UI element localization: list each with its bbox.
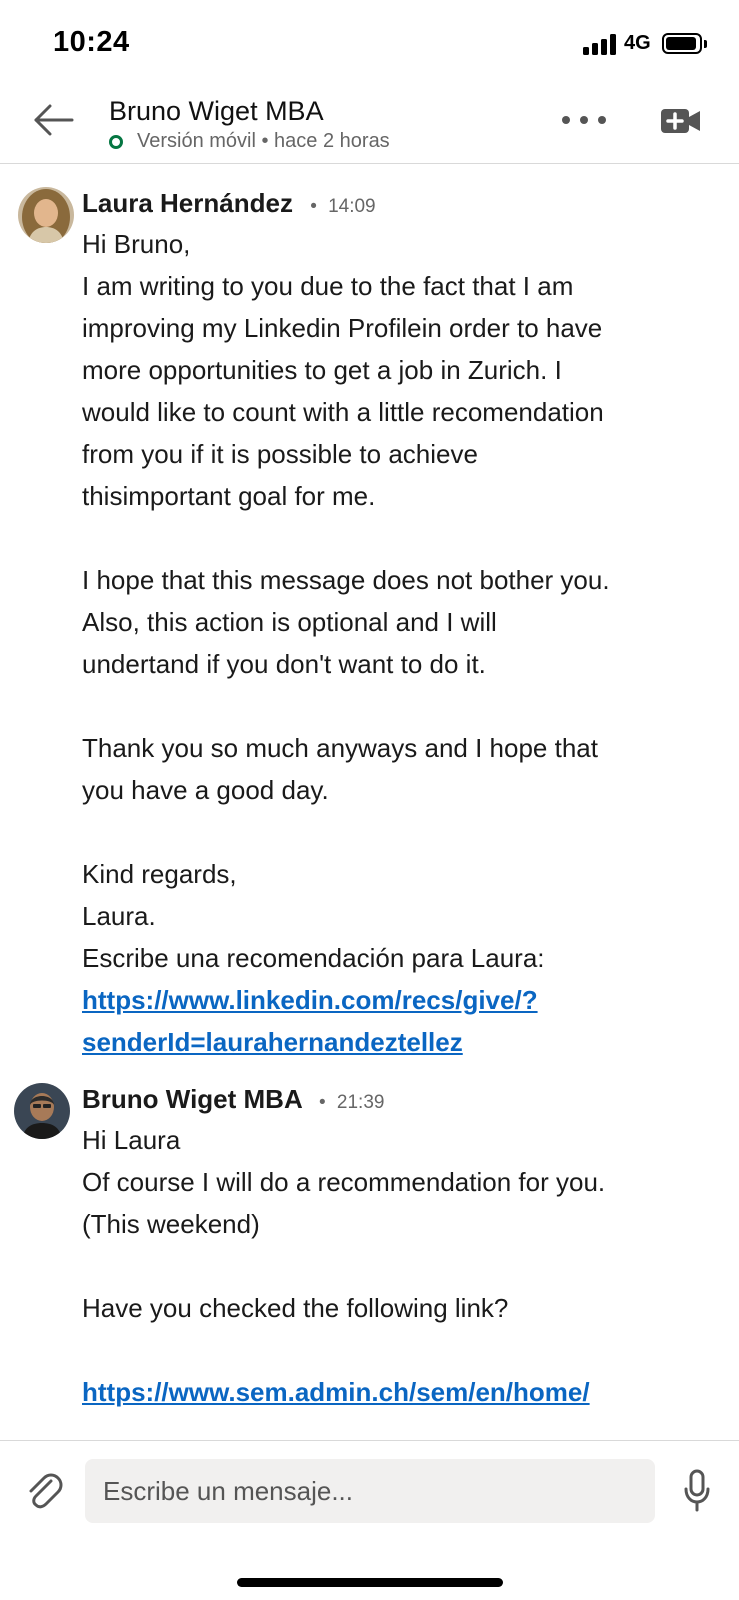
- online-status-icon: [109, 134, 123, 149]
- presence-status: Versión móvil • hace 2 horas: [109, 130, 390, 153]
- avatar-bruno[interactable]: [14, 1083, 70, 1139]
- conversation-header: Bruno Wiget MBA Versión móvil • hace 2 h…: [0, 88, 739, 164]
- message-line: Of course I will do a recommendation for…: [82, 1167, 606, 1197]
- recommendation-link[interactable]: senderId=laurahernandeztellez: [82, 1027, 463, 1058]
- message-line: Kind regards,: [82, 859, 237, 889]
- sem-link[interactable]: https://www.sem.admin.ch/sem/en/home/: [82, 1377, 590, 1408]
- more-options-icon[interactable]: [562, 112, 606, 128]
- message-line: Also, this action is optional and I will: [82, 607, 497, 637]
- message-line: I am writing to you due to the fact that…: [82, 271, 574, 301]
- signal-bars-icon: [583, 33, 619, 55]
- contact-name[interactable]: Bruno Wiget MBA: [109, 96, 324, 127]
- message-list: Laura Hernández • 14:09 Hi Bruno, I am w…: [0, 165, 739, 1440]
- microphone-icon[interactable]: [683, 1469, 711, 1513]
- message-line: would like to count with a little recome…: [82, 397, 604, 427]
- message-time: 21:39: [336, 1092, 385, 1113]
- message-line: I hope that this message does not bother…: [82, 565, 610, 595]
- message-line: more opportunities to get a job in Zuric…: [82, 355, 562, 385]
- message-line: Thank you so much anyways and I hope tha…: [82, 733, 598, 763]
- message-time: 14:09: [328, 196, 376, 217]
- message-line: undertand if you don't want to do it.: [82, 649, 486, 679]
- message-line: Have you checked the following link?: [82, 1293, 509, 1323]
- message-line: Laura.: [82, 901, 156, 931]
- status-time: 10:24: [53, 26, 130, 58]
- video-call-icon[interactable]: [661, 108, 701, 134]
- battery-tip: [704, 40, 707, 48]
- message-line: (This weekend): [82, 1209, 260, 1239]
- message-line: thisimportant goal for me.: [82, 481, 376, 511]
- message-line: Escribe una recomendación para Laura:: [82, 943, 545, 973]
- message-input[interactable]: [85, 1459, 655, 1523]
- message-composer: [0, 1440, 739, 1600]
- message-line: you have a good day.: [82, 775, 329, 805]
- status-bar: 10:24 4G: [0, 0, 739, 88]
- paperclip-icon[interactable]: [24, 1471, 64, 1511]
- message-sender[interactable]: Bruno Wiget MBA • 21:39: [82, 1084, 384, 1115]
- message-sender[interactable]: Laura Hernández • 14:09: [82, 188, 376, 219]
- network-label: 4G: [624, 32, 651, 54]
- back-arrow-icon[interactable]: [30, 100, 76, 140]
- message-line: improving my Linkedin Profilein order to…: [82, 313, 603, 343]
- home-indicator[interactable]: [237, 1578, 503, 1587]
- recommendation-link[interactable]: https://www.linkedin.com/recs/give/?: [82, 985, 538, 1016]
- battery-icon: [662, 33, 702, 54]
- message-line: Hi Bruno,: [82, 229, 191, 259]
- presence-text: Versión móvil • hace 2 horas: [137, 130, 390, 152]
- message-line: Hi Laura: [82, 1125, 181, 1155]
- avatar-laura[interactable]: [18, 187, 74, 243]
- message-line: from you if it is possible to achieve: [82, 439, 478, 469]
